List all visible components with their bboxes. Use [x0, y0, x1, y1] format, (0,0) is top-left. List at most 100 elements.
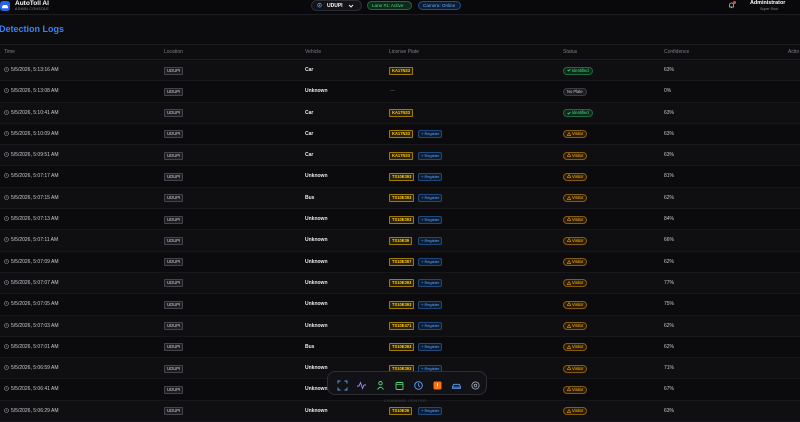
confidence-value: 63%	[664, 130, 675, 137]
command-dock	[327, 371, 487, 395]
clock-icon	[4, 365, 9, 370]
dock-button-alert[interactable]	[432, 378, 443, 390]
vehicle-type: Unknown	[305, 237, 328, 244]
dock-button-calendar[interactable]	[394, 378, 405, 390]
register-button[interactable]: + Register	[418, 322, 443, 331]
register-button[interactable]: + Register	[418, 258, 443, 267]
row-time: 5/5/2026, 5:06:41 AM	[4, 386, 59, 392]
history-icon	[414, 381, 423, 390]
register-button[interactable]: + Register	[418, 151, 443, 160]
status-badge: Visitor	[563, 385, 588, 394]
status-badge: Visitor	[563, 151, 588, 160]
register-button[interactable]: + Register	[418, 407, 443, 416]
license-plate-badge: KA17N33	[389, 109, 413, 118]
register-button[interactable]: + Register	[418, 130, 443, 139]
register-button[interactable]: + Register	[418, 194, 443, 203]
license-plate-badge: TS10E393	[389, 215, 415, 224]
row-time: 5/5/2026, 5:07:15 AM	[4, 195, 59, 201]
register-button[interactable]: + Register	[418, 279, 443, 288]
table-row[interactable]: 5/5/2026, 5:07:07 AM UDUPI Unknown TS10E393…	[0, 272, 800, 295]
confidence-value: 63%	[664, 407, 675, 414]
status-badge: Visitor	[563, 194, 588, 203]
warning-icon	[566, 408, 572, 413]
vehicle-type: Car	[305, 109, 314, 116]
license-plate-badge: KA17N33	[389, 66, 413, 75]
status-badge: Visitor	[563, 407, 588, 416]
warning-icon	[566, 131, 572, 136]
row-time: 5/5/2026, 5:06:29 AM	[4, 408, 59, 414]
register-button[interactable]: + Register	[418, 300, 443, 309]
clock-icon	[4, 407, 9, 413]
dock-button-scan[interactable]	[337, 378, 348, 391]
table-row[interactable]: 5/5/2026, 5:07:01 AM UDUPI Bus TS10E393 + Re…	[0, 336, 800, 359]
user-name[interactable]: Administrator	[750, 0, 785, 6]
clock-icon	[4, 301, 9, 307]
vehicle-type: Unknown	[305, 386, 328, 393]
license-plate-badge: TS10E393	[389, 300, 415, 309]
check-icon	[567, 68, 571, 72]
table-row[interactable]: 5/5/2026, 5:10:41 AM UDUPI Car KA17N33 Ident…	[0, 102, 800, 124]
dock-label: COMMAND CENTER	[384, 399, 427, 403]
clock-icon	[4, 386, 9, 392]
location-tag: UDUPI	[164, 236, 184, 245]
table-row[interactable]: 5/5/2026, 5:06:29 AM UDUPI Unknown TS10E39 +…	[0, 400, 800, 422]
register-button[interactable]: + Register	[418, 236, 443, 245]
table-row[interactable]: 5/5/2026, 5:07:13 AM UDUPI Unknown TS10E393…	[0, 209, 800, 231]
table-row[interactable]: 5/5/2026, 5:07:11 AM UDUPI Unknown TS10E39 +…	[0, 230, 800, 252]
row-time: 5/5/2026, 5:07:13 AM	[4, 216, 59, 222]
table-row[interactable]: 5/5/2026, 5:07:05 AM UDUPI Unknown TS10E393…	[0, 294, 800, 316]
register-button[interactable]: + Register	[418, 343, 443, 352]
register-button[interactable]: + Register	[418, 172, 443, 181]
table-row[interactable]: 5/5/2026, 5:07:15 AM UDUPI Bus TS10E393 + Re…	[0, 187, 800, 210]
location-tag: UDUPI	[164, 258, 184, 267]
location-tag: UDUPI	[164, 300, 184, 309]
register-button[interactable]: + Register	[418, 215, 443, 224]
dock-button-car[interactable]	[451, 378, 462, 389]
clock-icon	[4, 258, 9, 264]
table-row[interactable]: 5/5/2026, 5:13:08 AM UDUPI Unknown — No Plat…	[0, 81, 800, 103]
app-title: AutoToll AI	[15, 0, 49, 7]
person-icon	[377, 381, 384, 390]
table-row[interactable]: 5/5/2026, 5:07:03 AM UDUPI Unknown TS10E471…	[0, 315, 800, 337]
warning-icon	[566, 302, 572, 307]
table-row[interactable]: 5/5/2026, 5:10:09 AM UDUPI Car KA17N33 + Reg…	[0, 123, 800, 146]
table-header: Time Location Vehicle License Plate Stat…	[0, 44, 800, 60]
activity-icon	[357, 381, 366, 390]
location-tag: UDUPI	[164, 279, 184, 288]
calendar-icon	[395, 382, 404, 390]
table-row[interactable]: 5/5/2026, 5:09:51 AM UDUPI Car KA17N33 + Reg…	[0, 145, 800, 167]
vehicle-type: Unknown	[305, 258, 328, 265]
dock-button-person[interactable]	[375, 378, 386, 390]
confidence-value: 66%	[664, 237, 675, 244]
status-badge: No Plate	[563, 87, 587, 96]
scan-icon	[337, 380, 348, 391]
row-time: 5/5/2026, 5:10:09 AM	[4, 131, 59, 137]
dock-button-activity[interactable]	[356, 378, 367, 390]
location-select[interactable]: UDUPI	[311, 0, 362, 11]
table-row[interactable]: 5/5/2026, 5:13:16 AM UDUPI Car KA17N33 Ident…	[0, 60, 800, 82]
location-tag: UDUPI	[164, 215, 184, 224]
row-time: 5/5/2026, 5:07:11 AM	[4, 237, 58, 243]
location-tag: UDUPI	[164, 343, 184, 352]
row-time: 5/5/2026, 5:07:05 AM	[4, 301, 59, 307]
column-header-license-plate: License Plate	[389, 49, 420, 55]
status-badge: Visitor	[563, 300, 588, 309]
vehicle-type: Unknown	[305, 216, 328, 223]
check-icon	[567, 111, 571, 115]
table-row[interactable]: 5/5/2026, 5:07:17 AM UDUPI Unknown TS10E393…	[0, 166, 800, 188]
status-badge: Identified	[563, 66, 593, 75]
vehicle-type: Car	[305, 67, 314, 73]
location-tag: UDUPI	[164, 407, 184, 416]
vehicle-type: Unknown	[305, 279, 328, 286]
dock-button-history[interactable]	[413, 378, 424, 390]
clock-icon	[4, 237, 9, 243]
table-row[interactable]: 5/5/2026, 5:07:09 AM UDUPI Unknown TS10E397…	[0, 251, 800, 273]
warning-icon	[566, 195, 572, 200]
warning-icon	[566, 387, 572, 392]
dock-button-settings[interactable]	[470, 378, 481, 390]
confidence-value: 62%	[664, 322, 675, 329]
status-badge: Visitor	[563, 343, 588, 352]
warning-icon	[566, 174, 572, 179]
row-time: 5/5/2026, 5:07:01 AM	[4, 344, 59, 350]
status-badge: Visitor	[563, 236, 588, 245]
